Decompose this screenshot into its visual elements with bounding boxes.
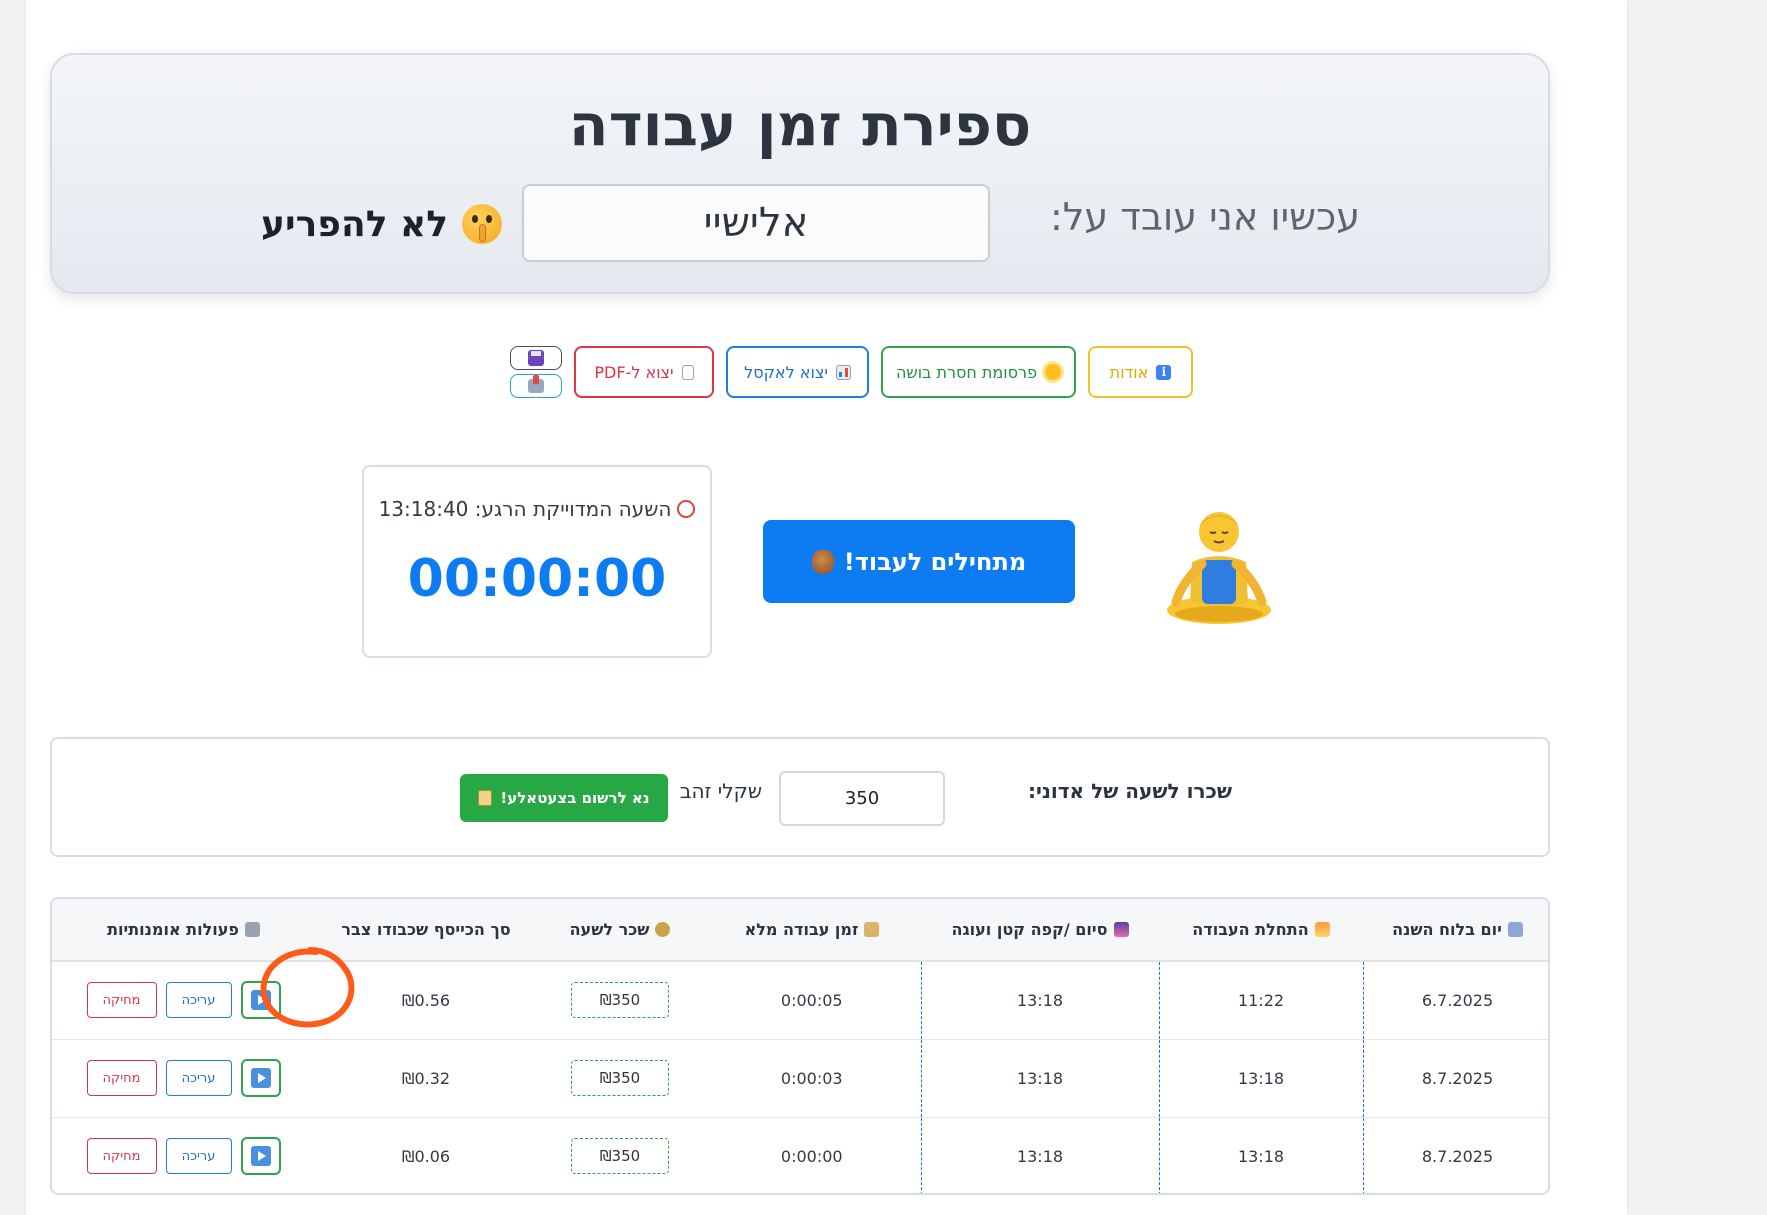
do-not-disturb: לא להפריע bbox=[252, 199, 502, 249]
import-data-button[interactable] bbox=[510, 374, 562, 398]
delete-button[interactable]: מחיקה bbox=[86, 1138, 157, 1174]
hourly-wage-label: שכרו לשעה של אדוני: bbox=[1027, 779, 1232, 803]
export-pdf-button[interactable]: יצוא ל-PDF bbox=[574, 346, 714, 398]
crossed-swords-icon bbox=[244, 922, 260, 937]
hourly-wage-input[interactable] bbox=[779, 771, 945, 826]
document-icon bbox=[681, 364, 694, 380]
honey-pot-icon bbox=[811, 549, 834, 574]
cell-start: 13:18 bbox=[1158, 1038, 1364, 1118]
shushing-face-icon bbox=[462, 204, 502, 244]
do-not-disturb-text: לא להפריע bbox=[261, 203, 448, 245]
play-icon bbox=[250, 1146, 271, 1166]
resume-button[interactable] bbox=[240, 1059, 281, 1097]
current-time-text: השעה המדוייקת הרגע: 13:18:40 bbox=[378, 497, 672, 521]
about-button-label: אודות bbox=[1109, 362, 1149, 382]
cell-duration: 0:00:00 bbox=[780, 1146, 843, 1166]
elapsed-timer: 00:00:00 bbox=[407, 549, 667, 609]
cell-rate: ₪350 bbox=[537, 961, 703, 1039]
cell-date: 8.7.2025 bbox=[1362, 1038, 1548, 1118]
register-session-label: נא לרשום בצעטאלע! bbox=[500, 789, 650, 807]
edit-button[interactable]: עריכה bbox=[165, 1060, 232, 1096]
night-city-icon bbox=[1113, 922, 1129, 937]
table-row: 6.7.2025 11:22 13:18 0:00:05 ₪350 ₪0.56 … bbox=[52, 960, 1548, 1040]
floppy-disk-icon bbox=[528, 350, 544, 366]
delete-button[interactable]: מחיקה bbox=[86, 982, 157, 1019]
col-total: סך הכייסף שכבודו צבר bbox=[341, 920, 511, 939]
scroll-icon bbox=[478, 790, 493, 806]
edit-button[interactable]: עריכה bbox=[165, 1138, 232, 1174]
rate-badge: ₪350 bbox=[571, 1138, 669, 1174]
rate-badge: ₪350 bbox=[571, 1060, 669, 1096]
cell-total: ₪0.56 bbox=[401, 990, 451, 1010]
cell-total: ₪0.32 bbox=[401, 1068, 451, 1088]
cell-total: ₪0.06 bbox=[401, 1146, 451, 1166]
cell-date: 8.7.2025 bbox=[1362, 1116, 1548, 1193]
hourglass-icon bbox=[864, 922, 880, 937]
register-session-button[interactable]: נא לרשום בצעטאלע! bbox=[460, 774, 668, 822]
start-work-button[interactable]: מתחילים לעבוד! bbox=[763, 520, 1075, 603]
edit-button[interactable]: עריכה bbox=[165, 982, 232, 1019]
col-rate: שכר לשעה bbox=[537, 899, 703, 961]
resume-button[interactable] bbox=[240, 981, 281, 1020]
info-icon: i bbox=[1156, 364, 1172, 380]
cell-actions: עריכה מחיקה bbox=[52, 1117, 315, 1193]
delete-button[interactable]: מחיקה bbox=[86, 1060, 157, 1096]
bar-chart-icon bbox=[835, 364, 851, 380]
table-header-row: יום בלוח השנה התחלת העבודה סיום /קפה קטן… bbox=[52, 899, 1548, 961]
col-actions: פעולות אומנותיות bbox=[52, 899, 315, 961]
working-on-label: עכשיו אני עובד על: bbox=[1049, 195, 1360, 239]
cell-rate: ₪350 bbox=[537, 1117, 703, 1193]
export-excel-label: יצוא לאקסל bbox=[744, 362, 828, 382]
cell-actions: עריכה מחיקה bbox=[52, 1039, 315, 1117]
start-work-label: מתחילים לעבוד! bbox=[843, 547, 1027, 576]
export-excel-button[interactable]: יצוא לאקסל bbox=[726, 346, 869, 398]
page-title: ספירת זמן עבודה bbox=[568, 91, 1032, 159]
table-row: 8.7.2025 13:18 13:18 0:00:03 ₪350 ₪0.32 … bbox=[52, 1038, 1548, 1118]
table-row: 8.7.2025 13:18 13:18 0:00:00 ₪350 ₪0.06 … bbox=[52, 1116, 1548, 1193]
cell-end: 13:18 bbox=[920, 1038, 1160, 1118]
sunrise-icon bbox=[1314, 922, 1330, 937]
meditating-person-icon bbox=[1167, 512, 1271, 624]
cell-end: 13:18 bbox=[920, 960, 1160, 1040]
cell-rate: ₪350 bbox=[537, 1039, 703, 1117]
ad-button-label: פרסומת חסרת בושה bbox=[895, 362, 1038, 382]
resume-button[interactable] bbox=[240, 1137, 281, 1175]
alarm-clock-icon bbox=[677, 500, 696, 518]
wage-unit-label: שקלי זהב bbox=[679, 779, 762, 803]
col-date: יום בלוח השנה bbox=[1363, 899, 1548, 961]
money-bag-icon bbox=[655, 922, 671, 937]
export-pdf-label: יצוא ל-PDF bbox=[594, 362, 674, 382]
cell-end: 13:18 bbox=[920, 1116, 1160, 1193]
cell-actions: עריכה מחיקה bbox=[52, 961, 315, 1039]
clock-card: השעה המדוייקת הרגע: 13:18:40 00:00:00 bbox=[362, 465, 712, 658]
cell-start: 13:18 bbox=[1158, 1116, 1364, 1193]
cell-duration: 0:00:03 bbox=[780, 1068, 843, 1088]
header-card: ספירת זמן עבודה עכשיו אני עובד על: לא לה… bbox=[50, 53, 1550, 294]
col-duration: זמן עבודה מלא bbox=[703, 899, 921, 961]
current-time: השעה המדוייקת הרגע: 13:18:40 bbox=[364, 497, 710, 521]
calendar-icon bbox=[1507, 922, 1523, 937]
rate-badge: ₪350 bbox=[571, 982, 669, 1019]
col-end: סיום /קפה קטן ועוגה bbox=[921, 899, 1159, 961]
col-start: התחלת העבודה bbox=[1159, 899, 1363, 961]
hourly-wage-card: שכרו לשעה של אדוני: שקלי זהב נא לרשום בצ… bbox=[50, 737, 1550, 857]
play-icon bbox=[250, 990, 271, 1011]
cell-date: 6.7.2025 bbox=[1362, 960, 1548, 1040]
cell-start: 11:22 bbox=[1158, 960, 1364, 1040]
save-data-button[interactable] bbox=[510, 346, 562, 370]
sun-icon bbox=[1045, 364, 1062, 380]
working-on-input[interactable] bbox=[522, 184, 990, 262]
about-button[interactable]: i אודות bbox=[1088, 346, 1193, 398]
play-icon bbox=[250, 1068, 271, 1088]
sessions-table: יום בלוח השנה התחלת העבודה סיום /קפה קטן… bbox=[52, 899, 1548, 1193]
sessions-table-card: יום בלוח השנה התחלת העבודה סיום /קפה קטן… bbox=[50, 897, 1550, 1195]
inbox-tray-icon bbox=[528, 375, 544, 393]
cell-duration: 0:00:05 bbox=[780, 990, 843, 1010]
ad-button[interactable]: פרסומת חסרת בושה bbox=[881, 346, 1076, 398]
